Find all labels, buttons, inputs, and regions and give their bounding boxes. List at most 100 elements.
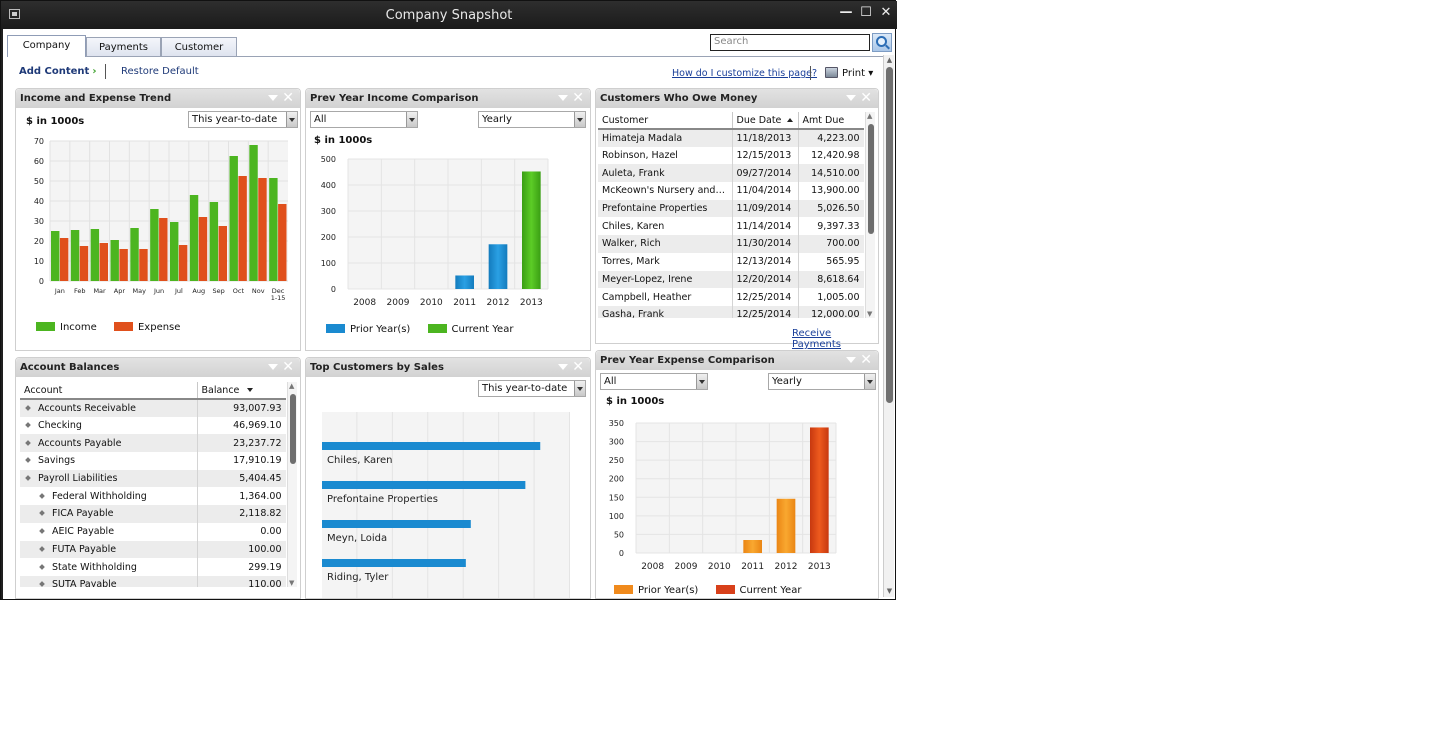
interval-select[interactable]: Yearly [478, 111, 586, 128]
panel-menu-icon[interactable] [268, 364, 278, 370]
interval-select[interactable]: Yearly [768, 373, 876, 390]
panel-menu-icon[interactable] [846, 357, 856, 363]
bar-expense [238, 176, 247, 281]
y-tick-label: 100 [321, 259, 336, 268]
x-tick-label: Mar [93, 287, 106, 295]
scroll-down-icon[interactable]: ▼ [289, 579, 294, 587]
search-button[interactable] [872, 33, 892, 52]
legend-item-prior: Prior Year(s) [326, 324, 410, 335]
maximize-button[interactable]: ☐ [859, 6, 873, 20]
table-row[interactable]: Chiles, Karen 11/14/2014 9,397.33 [598, 217, 864, 236]
scrollbar-thumb[interactable] [868, 124, 874, 234]
table-row[interactable]: Robinson, Hazel 12/15/2013 12,420.98 [598, 146, 864, 165]
table-row[interactable]: FUTA Payable 100.00 [20, 540, 286, 559]
column-header-amt-due[interactable]: Amt Due [798, 112, 864, 130]
account-table-viewport: Account Balance Accounts Receivable 93,00… [20, 382, 286, 587]
table-row[interactable]: FICA Payable 2,118.82 [20, 505, 286, 523]
due-date-cell: 11/09/2014 [732, 199, 799, 218]
panel-menu-icon[interactable] [558, 95, 568, 101]
table-row[interactable]: SUTA Payable 110.00 [20, 575, 286, 587]
bar-expense [159, 218, 168, 281]
account-table-scrollbar[interactable]: ▲ ▼ [287, 382, 297, 587]
column-header-due-date[interactable]: Due Date [732, 112, 799, 130]
account-name-cell: Accounts Payable [20, 434, 198, 453]
scroll-up-icon[interactable]: ▲ [885, 56, 894, 65]
table-row[interactable]: Campbell, Heather 12/25/2014 1,005.00 [598, 288, 864, 306]
balance-cell: 93,007.93 [197, 399, 286, 417]
minimize-button[interactable]: — [839, 6, 853, 20]
column-header-balance[interactable]: Balance [197, 382, 286, 400]
scroll-up-icon[interactable]: ▲ [867, 112, 872, 120]
table-row[interactable]: Checking 46,969.10 [20, 416, 286, 435]
y-tick-label: 40 [34, 197, 44, 206]
table-row[interactable]: Auleta, Frank 09/27/2014 14,510.00 [598, 164, 864, 183]
table-row[interactable]: Payroll Liabilities 5,404.45 [20, 469, 286, 488]
page-scrollbar[interactable]: ▲ ▼ [883, 55, 894, 597]
scrollbar-thumb[interactable] [886, 67, 893, 403]
close-button[interactable]: ✕ [879, 6, 893, 20]
bullet-icon [39, 492, 45, 499]
panel-menu-icon[interactable] [558, 364, 568, 370]
table-row[interactable]: Accounts Payable 23,237.72 [20, 434, 286, 453]
scroll-up-icon[interactable]: ▲ [289, 382, 294, 390]
panel-close-icon[interactable]: ✕ [282, 359, 294, 375]
legend-swatch [715, 585, 735, 594]
tab-company[interactable]: Company [7, 35, 86, 57]
due-date-cell: 11/18/2013 [732, 129, 799, 147]
bullet-icon [39, 581, 45, 587]
table-row[interactable]: Gasha, Frank 12/25/2014 12,000.00 [598, 305, 864, 318]
period-select[interactable]: This year-to-date [188, 111, 298, 128]
tab-payments[interactable]: Payments [86, 37, 161, 57]
print-button[interactable]: Print ▾ [825, 67, 873, 79]
restore-default-button[interactable]: Restore Default [121, 66, 199, 77]
table-row[interactable]: Himateja Madala 11/18/2013 4,223.00 [598, 129, 864, 147]
panel-close-icon[interactable]: ✕ [282, 90, 294, 106]
column-header-label: Account [24, 384, 63, 396]
receive-payments-link[interactable]: Receive Payments [792, 328, 878, 350]
account-filter-select[interactable]: All [600, 373, 708, 390]
dropdown-arrow-icon [286, 112, 297, 127]
scroll-down-icon[interactable]: ▼ [867, 310, 872, 318]
table-row[interactable]: Walker, Rich 11/30/2014 700.00 [598, 235, 864, 253]
table-row[interactable]: Meyer-Lopez, Irene 12/20/2014 8,618.64 [598, 270, 864, 289]
amount-due-cell: 12,000.00 [798, 305, 864, 318]
table-row[interactable]: Accounts Receivable 93,007.93 [20, 399, 286, 417]
table-row[interactable]: AEIC Payable 0.00 [20, 522, 286, 541]
table-row[interactable]: Federal Withholding 1,364.00 [20, 487, 286, 506]
bar-label: Meyn, Loida [327, 533, 387, 544]
search-input[interactable]: Search [710, 34, 870, 51]
table-row[interactable]: State Withholding 299.19 [20, 558, 286, 576]
customers-table-scrollbar[interactable]: ▲ ▼ [865, 112, 875, 318]
scrollbar-thumb[interactable] [290, 394, 296, 464]
panel-close-icon[interactable]: ✕ [860, 90, 872, 106]
panel-menu-icon[interactable] [268, 95, 278, 101]
plot-area [322, 412, 570, 598]
table-row[interactable]: Prefontaine Properties 11/09/2014 5,026.50 [598, 199, 864, 218]
tab-customer[interactable]: Customer [161, 37, 237, 57]
legend-swatch [113, 322, 133, 331]
panel-close-icon[interactable]: ✕ [572, 90, 584, 106]
units-label: $ in 1000s [26, 116, 85, 127]
x-tick-label: Sep [212, 287, 224, 295]
period-select[interactable]: This year-to-date [478, 380, 586, 397]
x-tick-label: Jan [54, 287, 65, 295]
bar-prior-year [455, 275, 474, 289]
scroll-down-icon[interactable]: ▼ [885, 587, 894, 596]
account-filter-select[interactable]: All [310, 111, 418, 128]
table-row[interactable]: Torres, Mark 12/13/2014 565.95 [598, 252, 864, 271]
x-tick-label: Jul [174, 287, 183, 295]
panel-close-icon[interactable]: ✕ [572, 359, 584, 375]
panel-close-icon[interactable]: ✕ [860, 352, 872, 368]
legend-item-current: Current Year [715, 585, 801, 596]
add-content-button[interactable]: Add Content › [19, 66, 96, 77]
customize-help-link[interactable]: How do I customize this page? [672, 68, 817, 79]
column-header-account[interactable]: Account [20, 382, 198, 400]
panel-menu-icon[interactable] [846, 95, 856, 101]
customer-cell: Campbell, Heather [598, 288, 733, 306]
bar-label: Prefontaine Properties [327, 494, 438, 505]
table-row[interactable]: Savings 17,910.19 [20, 452, 286, 470]
column-header-customer[interactable]: Customer [598, 112, 733, 130]
customers-owe-panel: Customers Who Owe Money ✕ Customer Due D… [595, 88, 879, 350]
y-tick-label: 150 [609, 493, 624, 502]
table-row[interactable]: McKeown's Nursery and G... 11/04/2014 13,9… [598, 182, 864, 200]
